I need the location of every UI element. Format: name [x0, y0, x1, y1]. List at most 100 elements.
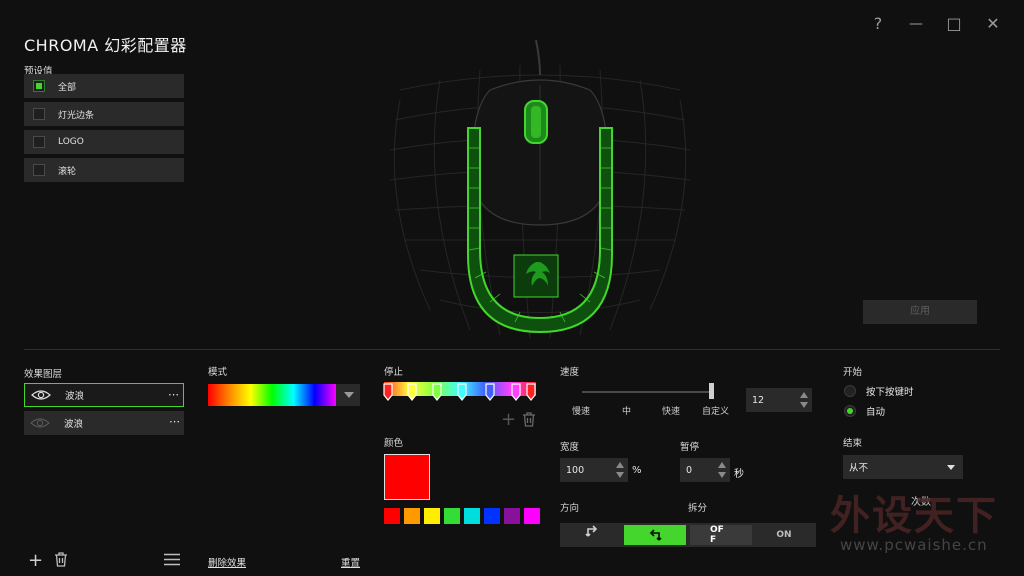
- pause-input[interactable]: 0: [680, 458, 730, 482]
- close-icon[interactable]: ✕: [981, 12, 1005, 36]
- color-swatch[interactable]: [524, 508, 540, 524]
- gradient-stop-handle[interactable]: [526, 383, 536, 401]
- speed-tick-slow: 慢速: [572, 407, 591, 417]
- eye-icon[interactable]: [31, 389, 51, 401]
- add-stop-icon[interactable]: +: [501, 409, 516, 430]
- preset-light-strip[interactable]: 灯光边条: [24, 102, 184, 126]
- radio-button[interactable]: [844, 385, 856, 397]
- divider: [24, 349, 1000, 350]
- layer-options-icon[interactable]: ⋯: [169, 415, 180, 428]
- direction-right-arrow-icon[interactable]: [624, 525, 686, 545]
- speed-tick-custom: 自定义: [702, 407, 730, 417]
- color-swatch[interactable]: [444, 508, 460, 524]
- current-color-preview[interactable]: [384, 454, 430, 500]
- speed-tick-fast: 快速: [662, 407, 681, 417]
- speed-value: 12: [752, 394, 765, 406]
- color-swatch[interactable]: [424, 508, 440, 524]
- mouse-illustration: [389, 40, 691, 339]
- width-unit: %: [632, 465, 642, 476]
- start-option-auto[interactable]: 自动: [844, 404, 885, 418]
- preset-checkbox[interactable]: [33, 108, 45, 120]
- delete-layer-icon[interactable]: [54, 552, 68, 567]
- split-on-toggle[interactable]: ON: [760, 525, 808, 545]
- layer-name: 波浪: [65, 391, 85, 402]
- speed-slider-track[interactable]: [582, 391, 712, 393]
- end-label: 结束: [843, 438, 863, 449]
- layer-options-icon[interactable]: ⋯: [168, 388, 179, 401]
- gradient-stop-handle[interactable]: [511, 383, 521, 401]
- mode-dropdown[interactable]: [208, 384, 360, 406]
- pause-stepper-icon[interactable]: [717, 461, 727, 479]
- preset-all[interactable]: 全部: [24, 74, 184, 98]
- start-label: 开始: [843, 367, 863, 378]
- preset-label: LOGO: [58, 137, 84, 147]
- pause-value: 0: [686, 464, 693, 476]
- effect-layer-item[interactable]: 波浪 ⋯: [24, 383, 184, 407]
- eye-icon[interactable]: [30, 417, 50, 429]
- color-swatch[interactable]: [504, 508, 520, 524]
- split-off-label: OFF: [710, 525, 724, 545]
- width-input[interactable]: 100: [560, 458, 628, 482]
- preset-checkbox[interactable]: [33, 80, 45, 92]
- preset-checkbox[interactable]: [33, 164, 45, 176]
- preset-label: 全部: [58, 82, 77, 93]
- color-swatch[interactable]: [484, 508, 500, 524]
- gradient-stop-handle[interactable]: [457, 383, 467, 401]
- width-value: 100: [566, 464, 585, 476]
- preset-checkbox[interactable]: [33, 136, 45, 148]
- speed-slider-handle[interactable]: [709, 383, 714, 399]
- color-swatch[interactable]: [384, 508, 400, 524]
- mode-gradient-preview: [208, 384, 336, 406]
- minimize-icon[interactable]: —: [904, 12, 928, 36]
- start-option-label: 自动: [866, 407, 886, 418]
- pause-unit: 秒: [734, 469, 744, 480]
- width-stepper-icon[interactable]: [615, 461, 625, 479]
- gradient-stop-handle[interactable]: [432, 383, 442, 401]
- radio-button[interactable]: [844, 405, 856, 417]
- speed-input[interactable]: 12: [746, 388, 812, 412]
- direction-label: 方向: [560, 503, 580, 514]
- delete-effect-link[interactable]: 删除效果: [208, 555, 246, 569]
- preset-label: 灯光边条: [58, 110, 95, 121]
- layer-name: 波浪: [64, 419, 84, 430]
- color-swatch[interactable]: [464, 508, 480, 524]
- speed-tick-medium: 中: [622, 407, 632, 417]
- maximize-icon[interactable]: □: [942, 12, 966, 36]
- chevron-down-icon: [344, 392, 354, 398]
- speed-stepper-icon[interactable]: [799, 391, 809, 409]
- color-swatch[interactable]: [404, 508, 420, 524]
- gradient-stop-handle[interactable]: [383, 383, 393, 401]
- speed-label: 速度: [560, 367, 580, 378]
- start-option-keypress[interactable]: 按下按键时: [844, 384, 914, 398]
- preset-logo[interactable]: LOGO: [24, 130, 184, 154]
- preset-scroll-wheel[interactable]: 滚轮: [24, 158, 184, 182]
- pause-label: 暂停: [680, 442, 700, 453]
- width-label: 宽度: [560, 442, 580, 453]
- gradient-stop-handle[interactable]: [407, 383, 417, 401]
- delete-stop-icon[interactable]: [522, 412, 536, 427]
- add-layer-icon[interactable]: +: [28, 550, 43, 571]
- watermark-logo: 外设天下: [830, 492, 998, 539]
- help-icon[interactable]: ?: [866, 12, 890, 36]
- split-off-toggle[interactable]: OFF: [690, 525, 752, 545]
- stop-markers[interactable]: [380, 380, 542, 404]
- color-label: 颜色: [384, 438, 404, 449]
- apply-button[interactable]: 应用: [863, 300, 977, 324]
- end-dropdown[interactable]: 从不: [843, 455, 963, 479]
- preset-label: 滚轮: [58, 166, 77, 177]
- effect-layer-item[interactable]: 波浪 ⋯: [24, 411, 184, 435]
- menu-icon[interactable]: [164, 553, 180, 566]
- stops-label: 停止: [384, 367, 404, 378]
- gradient-stop-handle[interactable]: [485, 383, 495, 401]
- app-title: CHROMA 幻彩配置器: [24, 36, 187, 55]
- split-on-label: ON: [776, 530, 792, 540]
- reset-link[interactable]: 重置: [341, 555, 360, 569]
- chevron-down-icon: [947, 465, 955, 470]
- mouse-cable: [535, 40, 541, 76]
- direction-left-arrow-icon[interactable]: [582, 525, 602, 545]
- end-selected-value: 从不: [849, 463, 869, 474]
- start-option-label: 按下按键时: [866, 387, 914, 398]
- split-label: 拆分: [688, 503, 708, 514]
- watermark-url: www.pcwaishe.cn: [840, 536, 988, 554]
- effect-layers-label: 效果图层: [24, 369, 63, 380]
